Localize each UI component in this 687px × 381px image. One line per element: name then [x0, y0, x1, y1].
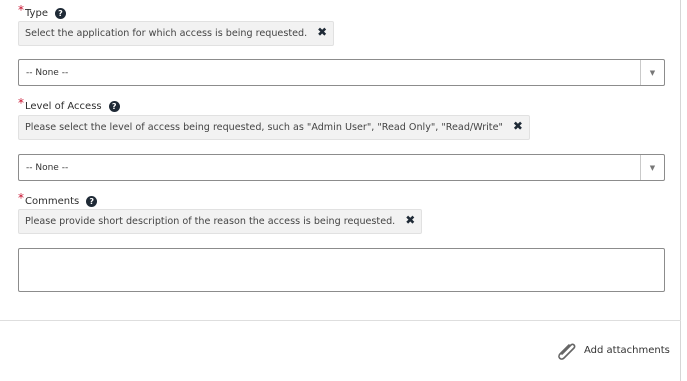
- level-label: Level of Access: [25, 100, 102, 112]
- level-of-access-field: * Level of Access ? Please select the le…: [18, 96, 665, 181]
- required-marker: *: [18, 3, 24, 17]
- required-marker: *: [18, 191, 24, 205]
- add-attachments-button[interactable]: Add attachments: [556, 340, 670, 360]
- type-field: * Type ? Select the application for whic…: [18, 3, 665, 86]
- close-icon[interactable]: ✖: [317, 25, 327, 39]
- type-select[interactable]: -- None -- ▼: [18, 59, 665, 86]
- help-icon[interactable]: ?: [108, 100, 120, 112]
- help-icon[interactable]: ?: [54, 7, 66, 19]
- panel-right-border: [680, 0, 681, 381]
- level-select[interactable]: -- None -- ▼: [18, 154, 665, 181]
- footer-divider: [0, 320, 681, 321]
- add-attachments-label: Add attachments: [584, 344, 670, 356]
- required-marker: *: [18, 96, 24, 110]
- level-hint-text: Please select the level of access being …: [25, 122, 503, 133]
- type-select-value: -- None --: [26, 67, 69, 78]
- chevron-down-icon[interactable]: ▼: [640, 60, 664, 85]
- close-icon[interactable]: ✖: [513, 119, 523, 133]
- type-label-row: * Type ?: [18, 3, 66, 20]
- chevron-down-icon[interactable]: ▼: [640, 155, 664, 180]
- type-hint-text: Select the application for which access …: [25, 28, 308, 39]
- comments-textarea[interactable]: [18, 248, 665, 292]
- level-label-row: * Level of Access ?: [18, 96, 120, 113]
- type-label: Type: [25, 7, 48, 19]
- level-select-value: -- None --: [26, 162, 69, 173]
- level-hint: Please select the level of access being …: [18, 115, 530, 140]
- paperclip-icon: [558, 343, 576, 360]
- comments-label-row: * Comments ?: [18, 191, 98, 208]
- comments-hint: Please provide short description of the …: [18, 209, 423, 234]
- comments-hint-text: Please provide short description of the …: [25, 216, 396, 227]
- help-icon[interactable]: ?: [86, 195, 98, 207]
- comments-label: Comments: [25, 195, 80, 207]
- comments-field: * Comments ? Please provide short descri…: [18, 191, 665, 292]
- close-icon[interactable]: ✖: [405, 213, 415, 227]
- type-hint: Select the application for which access …: [18, 21, 335, 46]
